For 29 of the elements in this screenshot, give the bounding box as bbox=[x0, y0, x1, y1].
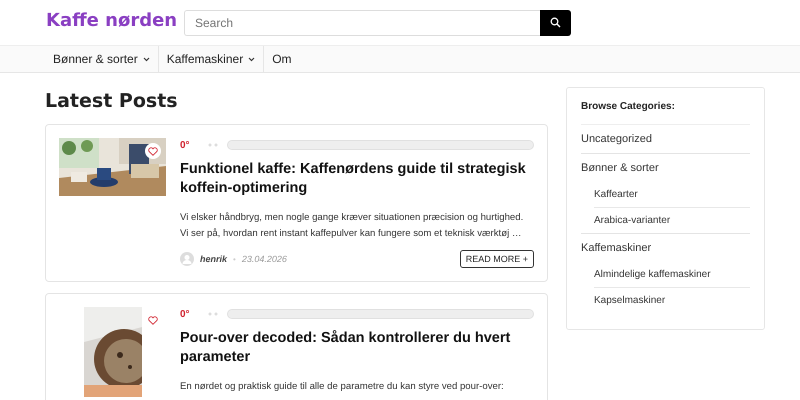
category-link[interactable]: Arabica-varianter bbox=[594, 208, 750, 233]
post-date: 23.04.2026 bbox=[242, 254, 287, 264]
post-excerpt: En nørdet og praktisk guide til alle de parametre du kan styre ved pour-over: bbox=[180, 380, 505, 394]
read-more-button[interactable]: READ MORE + bbox=[460, 250, 534, 268]
section-heading: Latest Posts bbox=[45, 90, 179, 112]
avatar-icon bbox=[180, 252, 194, 266]
site-title[interactable]: Kaffe nørden bbox=[46, 10, 184, 31]
post-title[interactable]: Funktionel kaffe: Kaffenørdens guide til strategisk koffein-optimering bbox=[180, 160, 534, 198]
category-link[interactable]: Uncategorized bbox=[581, 125, 750, 153]
category-link[interactable]: Kapselmaskiner bbox=[594, 288, 750, 313]
rating-value: 0° bbox=[180, 140, 191, 150]
separator-dot: • bbox=[233, 254, 236, 264]
category-link[interactable]: Kaffemaskiner bbox=[581, 234, 750, 262]
rating-value: 0° bbox=[180, 308, 191, 320]
category-link[interactable]: Almindelige kaffemaskiner bbox=[594, 262, 750, 288]
nav-item[interactable]: Bønner & sorter bbox=[45, 46, 159, 72]
category-link[interactable]: Kaffearter bbox=[594, 182, 750, 208]
search-field[interactable]: Search bbox=[184, 10, 540, 36]
nav-item[interactable]: Kaffemaskiner bbox=[158, 46, 264, 72]
search-button[interactable] bbox=[540, 10, 571, 36]
sidebar-title: Browse Categories: bbox=[581, 101, 750, 125]
dots-icon bbox=[208, 143, 218, 147]
author-name[interactable]: henrik bbox=[200, 254, 228, 264]
search-icon bbox=[550, 17, 561, 28]
dots-icon bbox=[208, 312, 218, 316]
nav-item[interactable]: Om bbox=[264, 46, 300, 72]
category-link[interactable]: Bønner & sorter bbox=[581, 154, 750, 182]
post-excerpt: Vi elsker håndbryg, men nogle gange kræver situationen præcision og hurtighed. Vi ser på, hvordan rent instant kaffepulver kan fungere som et teknisk værktøj … bbox=[180, 211, 524, 241]
post-title[interactable]: Pour-over decoded: Sådan kontrollerer du hvert parameter bbox=[180, 329, 534, 367]
